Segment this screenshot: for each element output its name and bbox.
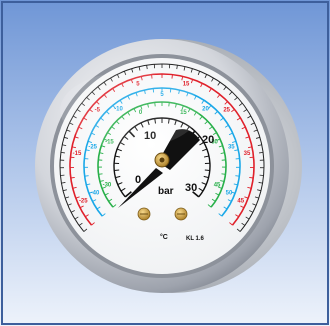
blue-scale-label: 20 (202, 107, 209, 113)
red-scale-label: 35 (244, 151, 251, 157)
scale-label-20: 20 (202, 134, 214, 146)
blue-scale-label: -25 (88, 145, 97, 151)
red-tick (249, 177, 254, 179)
class-label: KL 1.6 (186, 236, 205, 242)
red-scale-label: 25 (223, 107, 230, 113)
red-scale-label: 45 (237, 199, 244, 205)
blue-scale-label: -40 (91, 190, 100, 196)
red-scale-label: -15 (73, 151, 82, 157)
green-tick (221, 173, 226, 175)
needle-hub-center (159, 157, 165, 163)
unit-celsius-label: °C (160, 233, 168, 241)
red-tick (70, 177, 75, 179)
red-scale-label: -25 (79, 199, 88, 205)
blue-scale-label: 35 (228, 145, 235, 151)
blue-tick (235, 175, 240, 177)
green-tick (98, 173, 103, 175)
blue-scale-label: 50 (226, 190, 233, 196)
gauge-photo: -25 -15 -5 5 15 25 35 45 -40 -25 -10 5 20 35 50 -30 -15 0… (0, 0, 330, 326)
scale-label-30: 30 (185, 182, 197, 194)
outer-tick (60, 151, 65, 154)
outer-tick (259, 151, 264, 154)
green-scale-label: 45 (214, 182, 221, 188)
green-scale-label: -30 (103, 182, 112, 188)
unit-bar-label: bar (158, 186, 174, 197)
glass-reflection (60, 72, 200, 148)
blue-tick (84, 175, 89, 177)
scale-label-0: 0 (135, 174, 141, 186)
